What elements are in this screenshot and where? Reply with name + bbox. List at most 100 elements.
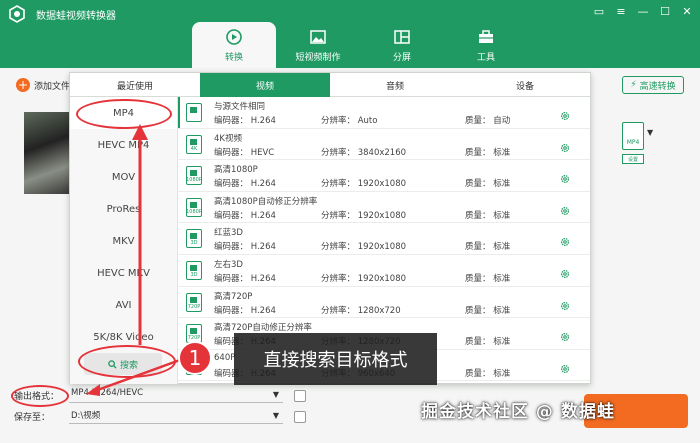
selected-accent xyxy=(178,255,180,286)
gear-icon[interactable] xyxy=(560,237,570,247)
save-to-text: 保存至： xyxy=(14,413,51,423)
video-file-icon xyxy=(186,103,202,122)
quality-label: 质量： xyxy=(465,273,491,284)
gear-icon[interactable] xyxy=(560,111,570,121)
encoder-label: 编码器： xyxy=(214,273,249,284)
gear-icon[interactable] xyxy=(560,174,570,184)
selected-accent xyxy=(178,287,180,318)
close-button[interactable]: ✕ xyxy=(680,4,694,18)
annotation-ellipse-mp4 xyxy=(76,99,172,129)
settings-label: 设置 xyxy=(627,156,638,163)
encoder-value: H.264 xyxy=(250,179,276,190)
save-to-label: 保存至： xyxy=(14,410,50,423)
tab-video[interactable]: 视频 xyxy=(200,73,330,97)
resolution-value: 1280x720 xyxy=(357,305,401,316)
category-item[interactable]: MOV xyxy=(70,161,177,193)
save-path-select[interactable]: D:\视频 ▼ xyxy=(69,409,283,424)
annotation-caption: 直接搜索目标格式 xyxy=(234,333,437,385)
tab-audio[interactable]: 音频 xyxy=(330,73,460,97)
preset-name: 4K视频 xyxy=(214,133,242,144)
maximize-button[interactable]: ☐ xyxy=(658,4,672,18)
tab-recent[interactable]: 最近使用 xyxy=(70,73,200,97)
annotation-step-number: 1 xyxy=(178,341,212,375)
chevron-down-icon[interactable]: ▼ xyxy=(647,128,653,137)
resolution-value: 1920x1080 xyxy=(357,242,407,253)
gear-icon[interactable] xyxy=(560,332,570,342)
gear-icon[interactable] xyxy=(560,364,570,374)
feedback-icon[interactable]: ▭ xyxy=(592,4,606,18)
resolution-value: Auto xyxy=(357,116,378,126)
preset-badge: 720P xyxy=(187,303,201,310)
preset-name: 640P xyxy=(214,352,236,363)
tab-device[interactable]: 设备 xyxy=(460,73,590,97)
category-item[interactable]: HEVC MP4 xyxy=(70,129,177,161)
encoder-label: 编码器： xyxy=(214,147,249,158)
category-item[interactable]: HEVC MKV xyxy=(70,257,177,289)
preset-row[interactable]: 3D 左右3D 编码器： H.264 分辨率： 1920x1080 质量： 标准 xyxy=(178,255,590,287)
preset-row[interactable]: 1080P 高清1080P 编码器： H.264 分辨率： 1920x1080 质量： … xyxy=(178,160,590,192)
quality-value: 标准 xyxy=(493,273,511,284)
format-badge-label: MP4 xyxy=(626,139,640,146)
video-file-icon: 3D xyxy=(186,260,202,280)
lightning-icon: ⚡ xyxy=(630,80,637,90)
format-tabs: 最近使用 视频 音频 设备 xyxy=(70,73,590,97)
preset-row[interactable]: 3D 红蓝3D 编码器： H.264 分辨率： 1920x1080 质量： 标准 xyxy=(178,223,590,255)
preset-row[interactable]: 720P 高清720P 编码器： H.264 分辨率： 1280x720 质量： 标准 xyxy=(178,287,590,319)
title-bar: 数据蛙视频转换器 ▭ ≡ — ☐ ✕ 转换 短视频制作 分屏 工具 xyxy=(0,0,700,68)
add-file-button[interactable]: + 添加文件 xyxy=(16,78,70,92)
annotation-ellipse-output xyxy=(11,385,69,407)
nav-short-video[interactable]: 短视频制作 xyxy=(276,22,360,68)
preset-quality: 质量： 自动 xyxy=(465,114,510,126)
copy-icon[interactable] xyxy=(294,390,306,402)
nav-convert[interactable]: 转换 xyxy=(192,22,276,68)
resolution-label: 分辨率： xyxy=(321,273,356,284)
resolution-label: 分辨率： xyxy=(321,305,356,316)
preset-row[interactable]: 与源文件相同 编码器： H.264 分辨率： Auto 质量： 自动 xyxy=(178,97,590,129)
nav-tools[interactable]: 工具 xyxy=(444,22,528,68)
preset-badge: 1080P xyxy=(186,208,202,215)
preset-badge: 4K xyxy=(190,145,198,152)
encoder-value: H.264 xyxy=(250,305,276,316)
main-nav: 转换 短视频制作 分屏 工具 xyxy=(192,22,528,68)
preset-quality: 质量： 标准 xyxy=(465,177,510,189)
fast-convert-button[interactable]: ⚡ 高速转换 xyxy=(622,76,684,94)
gear-icon[interactable] xyxy=(560,206,570,216)
category-item[interactable]: MKV xyxy=(70,225,177,257)
preset-row[interactable]: 1080P 高清1080P自动修正分辨率 编码器： H.264 分辨率： 1920x1… xyxy=(178,192,590,224)
video-thumbnail[interactable] xyxy=(24,112,74,194)
gear-icon[interactable] xyxy=(560,143,570,153)
nav-split-screen[interactable]: 分屏 xyxy=(360,22,444,68)
category-item[interactable]: ProRes xyxy=(70,193,177,225)
item-settings-button[interactable]: 设置 xyxy=(622,154,644,164)
output-format-select[interactable]: MP4 H.264/HEVC ▼ xyxy=(69,388,283,403)
encoder-label: 编码器： xyxy=(214,116,249,126)
preset-name: 高清720P自动修正分辨率 xyxy=(214,323,312,334)
preset-encoder: 编码器： H.264 xyxy=(214,272,276,284)
preset-name: 高清720P xyxy=(214,291,253,302)
preset-quality: 质量： 标准 xyxy=(465,335,510,347)
menu-icon[interactable]: ≡ xyxy=(614,4,628,18)
resolution-label: 分辨率： xyxy=(321,210,356,221)
resolution-value: 1920x1080 xyxy=(357,179,407,190)
preset-encoder: 编码器： H.264 xyxy=(214,240,276,252)
preset-resolution: 分辨率： 1920x1080 xyxy=(321,209,406,221)
video-file-icon: 3D xyxy=(186,229,202,249)
video-file-icon: 4K xyxy=(186,134,202,154)
preset-quality: 质量： 标准 xyxy=(465,367,510,379)
resolution-value: 1920x1080 xyxy=(357,273,407,284)
resolution-label: 分辨率： xyxy=(321,116,356,126)
gear-icon[interactable] xyxy=(560,269,570,279)
preset-row[interactable]: 4K 4K视频 编码器： HEVC 分辨率： 3840x2160 质量： 标准 xyxy=(178,129,590,161)
watermark: 掘金技术社区 @ 数据蛙 xyxy=(421,402,615,422)
category-item[interactable]: AVI xyxy=(70,289,177,321)
convert-icon xyxy=(226,28,242,45)
nav-label: 分屏 xyxy=(392,52,411,63)
folder-icon[interactable] xyxy=(294,411,306,423)
output-format-badge[interactable]: MP4 xyxy=(622,122,644,150)
encoder-value: HEVC xyxy=(250,147,275,158)
chevron-down-icon: ▼ xyxy=(272,390,279,399)
preset-resolution: 分辨率： Auto xyxy=(321,114,377,126)
nav-label: 工具 xyxy=(476,52,495,63)
gear-icon[interactable] xyxy=(560,301,570,311)
minimize-button[interactable]: — xyxy=(636,4,650,18)
